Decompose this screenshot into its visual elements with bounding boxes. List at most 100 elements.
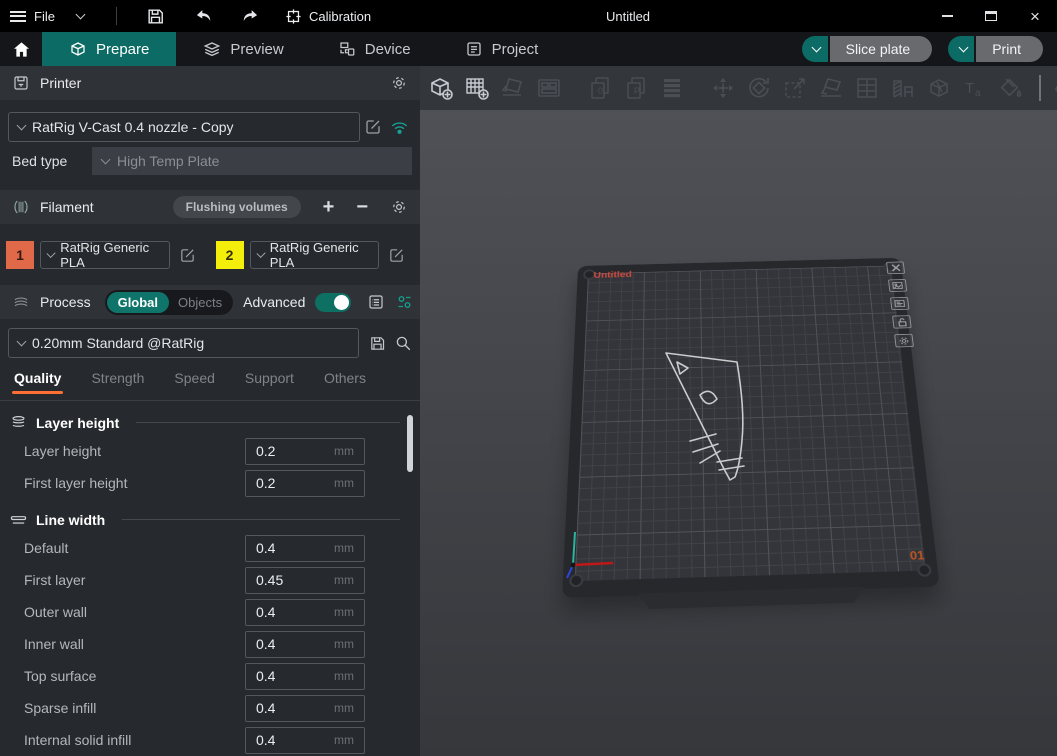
tab-strength[interactable]: Strength [91, 370, 144, 394]
settings-list-icon[interactable] [367, 293, 385, 311]
chevron-down-icon [46, 249, 55, 258]
filament-2-badge[interactable]: 2 [216, 241, 244, 269]
close-icon[interactable]: × [1013, 0, 1057, 32]
printer-preset-dropdown[interactable]: RatRig V-Cast 0.4 nozzle - Copy [8, 112, 360, 142]
layer-height-input[interactable]: 0.2mm [245, 438, 365, 465]
printer-section-header: Printer [0, 66, 420, 100]
chevron-down-icon [101, 155, 111, 165]
plate-settings-icon[interactable] [894, 334, 914, 348]
remove-filament-icon[interactable]: − [356, 197, 368, 217]
default-line-width-input[interactable]: 0.4mm [245, 535, 365, 562]
gear-icon[interactable] [390, 74, 408, 92]
paint-tool-icon[interactable] [997, 75, 1024, 102]
assembly-view-icon[interactable] [1053, 75, 1057, 102]
device-icon [338, 40, 356, 58]
setting-row: First layer 0.45mm [0, 564, 420, 596]
redo-icon[interactable] [233, 4, 267, 28]
setting-label: Inner wall [24, 636, 245, 652]
first-layer-height-input[interactable]: 0.2mm [245, 470, 365, 497]
inner-wall-line-width-input[interactable]: 0.4mm [245, 631, 365, 658]
copy-icon[interactable]: 0 [586, 75, 613, 102]
top-surface-line-width-input[interactable]: 0.4mm [245, 663, 365, 690]
save-icon[interactable] [139, 4, 173, 28]
printer-section-title: Printer [40, 75, 81, 91]
plate-number: 01 [909, 548, 925, 563]
tab-quality[interactable]: Quality [14, 370, 61, 394]
search-icon[interactable] [394, 334, 412, 352]
filament-1-dropdown[interactable]: RatRig Generic PLA [40, 241, 170, 269]
undo-icon[interactable] [187, 4, 221, 28]
slice-plate-button[interactable]: Slice plate [830, 36, 933, 62]
tab-label: Device [365, 41, 411, 58]
place-on-face-icon[interactable] [817, 75, 844, 102]
tab-prepare[interactable]: Prepare [42, 32, 176, 66]
auto-orient-icon[interactable] [499, 75, 526, 102]
arrange-icon[interactable] [535, 75, 562, 102]
outer-wall-line-width-input[interactable]: 0.4mm [245, 599, 365, 626]
hamburger-icon[interactable] [10, 11, 26, 22]
tab-speed[interactable]: Speed [174, 370, 214, 394]
delete-plate-icon[interactable] [886, 261, 905, 274]
3d-scene[interactable]: Untitled 01 [420, 110, 1057, 756]
tab-project[interactable]: Project [438, 32, 566, 66]
scale-icon[interactable] [781, 75, 808, 102]
home-icon[interactable] [0, 32, 42, 66]
sparse-infill-line-width-input[interactable]: 0.4mm [245, 695, 365, 722]
bed-type-dropdown[interactable]: High Temp Plate [92, 147, 412, 175]
flushing-volumes-button[interactable]: Flushing volumes [173, 196, 301, 218]
tab-preview[interactable]: Preview [176, 32, 310, 66]
maximize-icon[interactable] [969, 0, 1013, 32]
plate-screw [917, 563, 932, 577]
wifi-icon[interactable] [386, 119, 412, 136]
minimize-icon[interactable] [925, 0, 969, 32]
plate-front-tab [630, 587, 873, 610]
edit-icon[interactable] [386, 247, 407, 264]
plate-image-icon[interactable] [888, 279, 907, 292]
filament-2-dropdown[interactable]: RatRig Generic PLA [250, 241, 380, 269]
process-preset-dropdown[interactable]: 0.20mm Standard @RatRig [8, 328, 359, 358]
objects-settings-icon[interactable] [395, 293, 414, 311]
slice-options-dropdown[interactable] [802, 36, 828, 62]
process-tabs: Quality Strength Speed Support Others [0, 370, 420, 394]
first-layer-line-width-input[interactable]: 0.45mm [245, 567, 365, 594]
tab-support[interactable]: Support [245, 370, 294, 394]
paste-icon[interactable]: P [622, 75, 649, 102]
advanced-toggle[interactable] [315, 293, 351, 312]
tab-device[interactable]: Device [311, 32, 438, 66]
add-filament-icon[interactable]: + [323, 197, 335, 217]
model-outline-rat-logo[interactable] [656, 340, 756, 485]
edit-icon[interactable] [360, 118, 386, 136]
split-to-objects-icon[interactable] [658, 75, 685, 102]
setting-label: Sparse infill [24, 700, 245, 716]
save-icon[interactable] [369, 335, 386, 352]
print-options-dropdown[interactable] [948, 36, 974, 62]
add-object-icon[interactable] [427, 75, 454, 102]
arrange-plate-icon[interactable] [890, 297, 909, 310]
filament-1-badge[interactable]: 1 [6, 241, 34, 269]
file-menu[interactable]: File [34, 9, 55, 24]
setting-label: Default [24, 540, 245, 556]
gear-icon[interactable] [390, 198, 408, 216]
print-button[interactable]: Print [976, 36, 1043, 62]
cut-icon[interactable] [925, 75, 952, 102]
edit-icon[interactable] [177, 247, 198, 264]
bed-type-value: High Temp Plate [117, 153, 219, 169]
lock-plate-icon[interactable] [892, 315, 912, 328]
split-to-parts-icon[interactable] [853, 75, 880, 102]
scope-objects-button[interactable]: Objects [169, 292, 231, 313]
divider [116, 7, 117, 25]
bed-type-label: Bed type [12, 153, 92, 169]
scope-global-button[interactable]: Global [107, 292, 169, 313]
move-icon[interactable] [709, 75, 736, 102]
calibration-menu[interactable]: Calibration [285, 8, 371, 25]
scrollbar[interactable] [407, 415, 413, 472]
rotate-icon[interactable] [745, 75, 772, 102]
tab-others[interactable]: Others [324, 370, 366, 394]
viewport: 0 P [420, 66, 1057, 756]
variable-layer-height-icon[interactable] [889, 75, 916, 102]
internal-solid-infill-line-width-input[interactable]: 0.4mm [245, 727, 365, 754]
text-tool-icon[interactable]: T a [961, 75, 988, 102]
add-plate-icon[interactable] [463, 75, 490, 102]
svg-text:P: P [634, 86, 640, 96]
chevron-down-icon[interactable] [76, 10, 86, 20]
